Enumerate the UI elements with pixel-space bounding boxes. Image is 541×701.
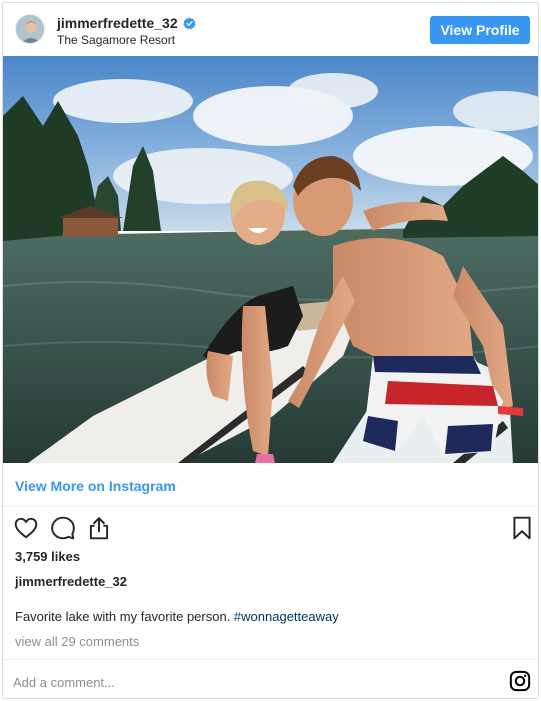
bookmark-icon[interactable] bbox=[509, 515, 535, 541]
instagram-embed: jimmerfredette_32 The Sagamore Resort Vi… bbox=[2, 2, 539, 699]
instagram-icon[interactable] bbox=[509, 670, 531, 692]
view-profile-button[interactable]: View Profile bbox=[430, 16, 530, 44]
caption-author[interactable]: jimmerfredette_32 bbox=[15, 574, 127, 589]
likes-count[interactable]: 3,759 likes bbox=[15, 549, 80, 564]
post-photo[interactable] bbox=[3, 56, 538, 463]
share-icon[interactable] bbox=[86, 515, 112, 541]
comment-icon[interactable] bbox=[50, 515, 76, 541]
view-more-row: View More on Instagram bbox=[3, 463, 538, 507]
hashtag-link[interactable]: #wonnagetteaway bbox=[234, 609, 339, 624]
heart-icon[interactable] bbox=[13, 515, 39, 541]
add-comment-input[interactable]: Add a comment... bbox=[13, 675, 115, 690]
view-comments-link[interactable]: view all 29 comments bbox=[15, 634, 139, 649]
verified-badge-icon bbox=[182, 16, 196, 29]
view-more-link[interactable]: View More on Instagram bbox=[15, 478, 176, 494]
action-bar bbox=[3, 509, 538, 545]
post-header: jimmerfredette_32 The Sagamore Resort Vi… bbox=[3, 3, 538, 56]
location-link[interactable]: The Sagamore Resort bbox=[57, 33, 175, 47]
username[interactable]: jimmerfredette_32 bbox=[57, 15, 178, 31]
caption: Favorite lake with my favorite person. #… bbox=[15, 609, 339, 624]
avatar[interactable] bbox=[15, 14, 45, 44]
add-comment-bar: Add a comment... bbox=[3, 659, 538, 698]
caption-text: Favorite lake with my favorite person. bbox=[15, 609, 234, 624]
